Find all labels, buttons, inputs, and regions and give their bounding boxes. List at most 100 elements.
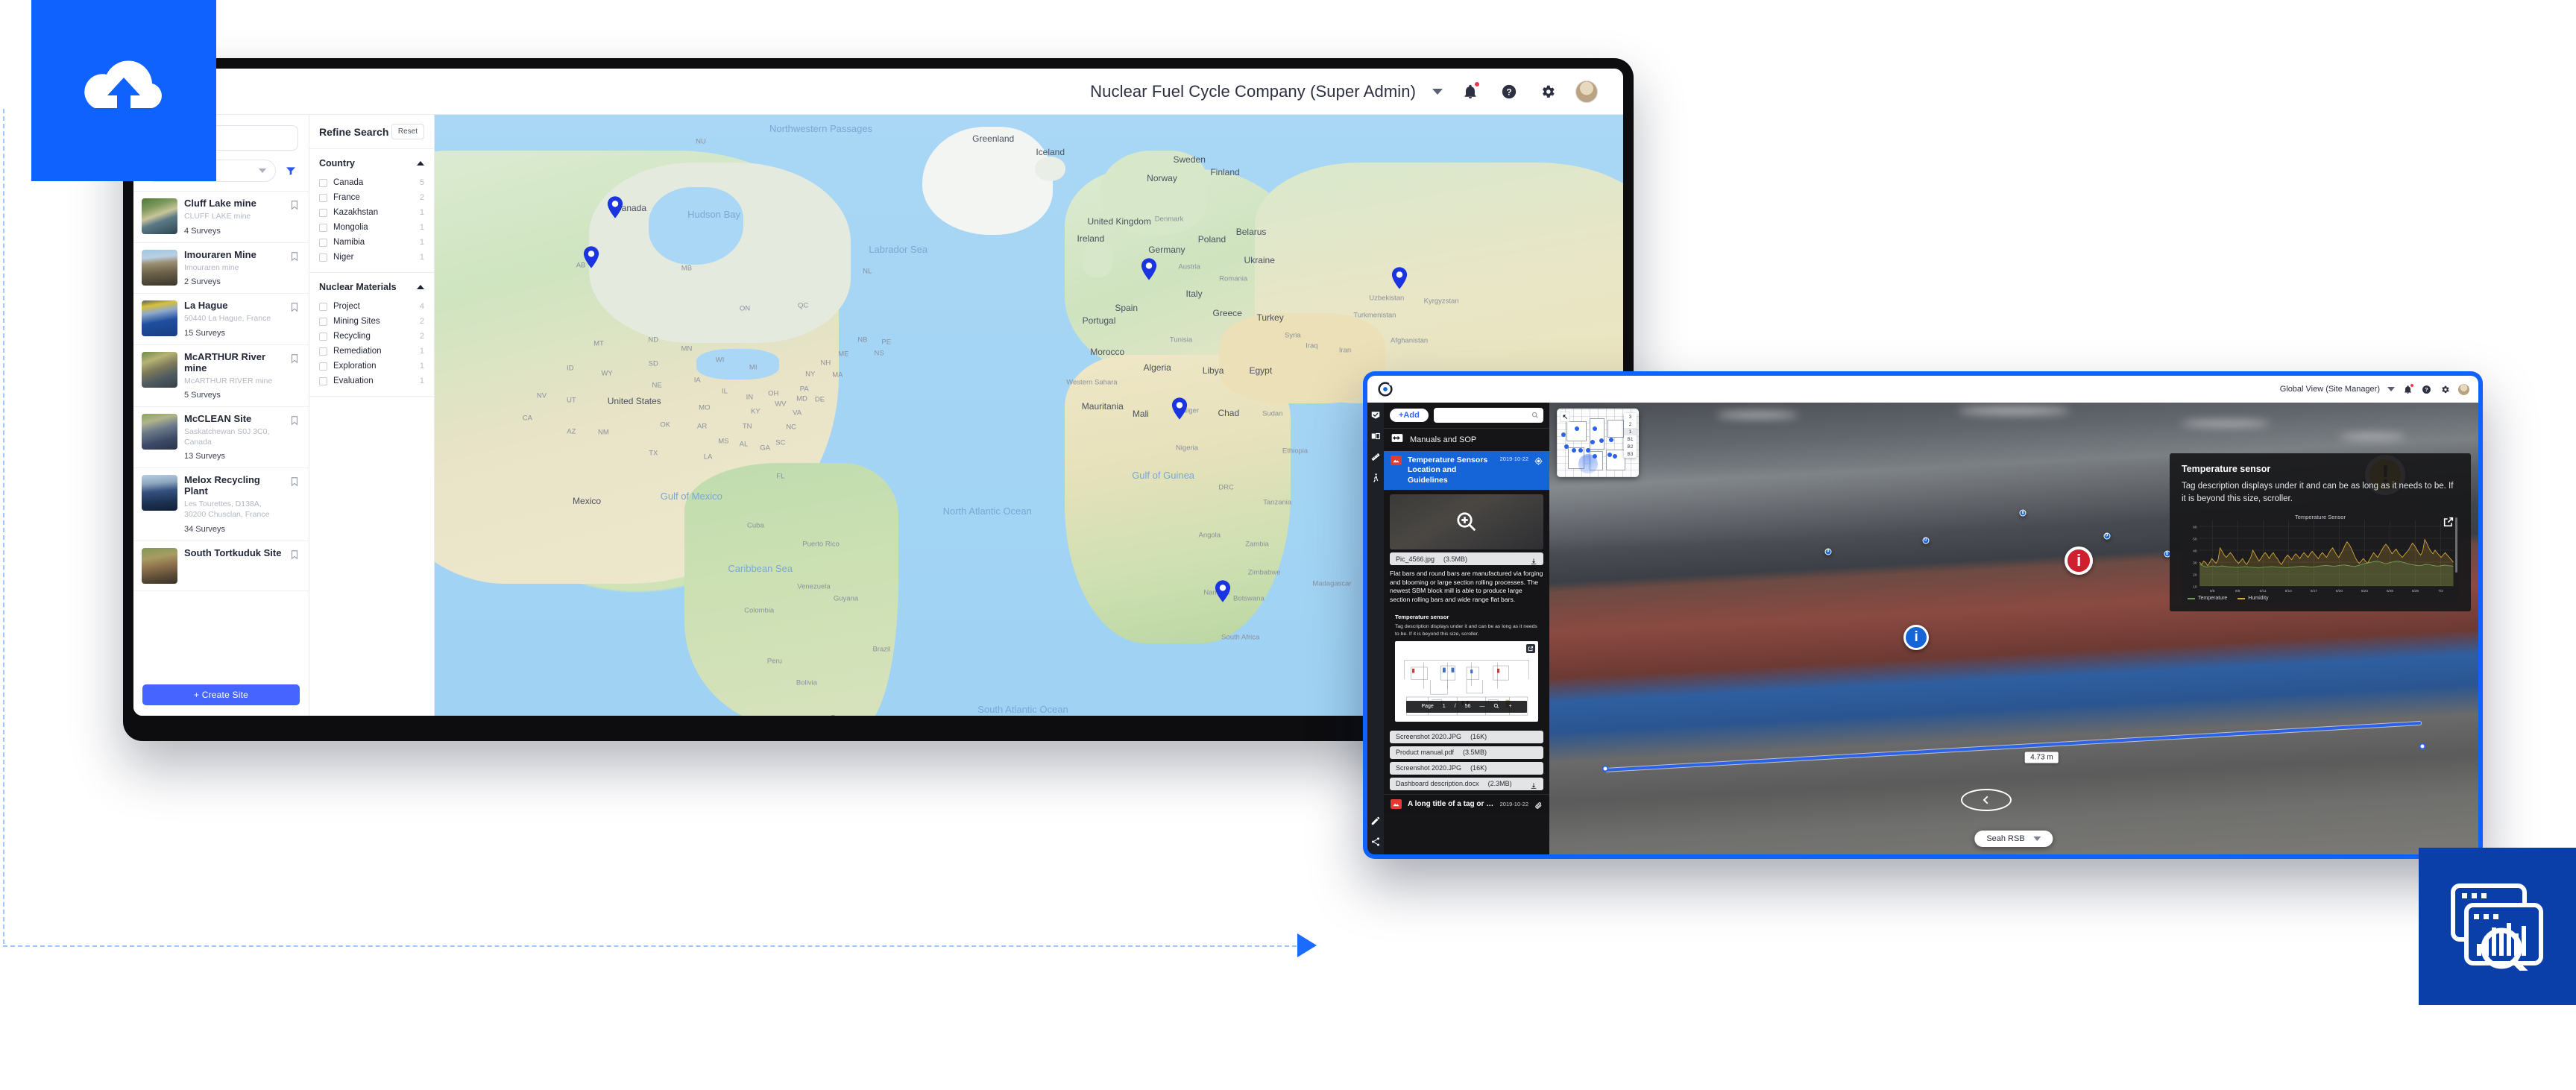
reset-button[interactable]: Reset [391, 124, 424, 139]
checkbox[interactable] [319, 193, 327, 202]
folder-row[interactable]: Manuals and SOP [1384, 428, 1549, 451]
gear-icon[interactable] [1537, 81, 1559, 103]
floor-level-option[interactable]: B3 [1624, 450, 1637, 458]
gear-icon[interactable] [2440, 384, 2451, 395]
sensor-chart[interactable]: Temperature Sensor 10 20 30 40 50 60 6/5 6/8 6/1… [2182, 511, 2459, 603]
pencil-icon[interactable] [1370, 816, 1381, 826]
help-icon[interactable]: ? [2421, 384, 2432, 395]
map-pin[interactable] [1171, 397, 1188, 420]
map-pin[interactable] [583, 245, 599, 268]
expand-icon[interactable] [2443, 516, 2454, 528]
site-selector-pill[interactable]: Seah RSB [1974, 831, 2053, 847]
minimap-point[interactable] [1585, 448, 1590, 453]
facet-option[interactable]: Project 4 [319, 299, 424, 314]
checkbox[interactable] [319, 317, 327, 326]
attachment-row[interactable]: A long title of a tag or file to x... 20… [1384, 793, 1549, 813]
facet-header[interactable]: Nuclear Materials [319, 282, 424, 292]
bookmark-icon[interactable] [289, 353, 300, 364]
facet-header[interactable]: Country [319, 158, 424, 168]
add-button[interactable]: +Add [1390, 409, 1429, 422]
floor-level-option[interactable]: 2 [1624, 420, 1637, 428]
chevron-down-icon[interactable] [2387, 387, 2395, 391]
zoom-in-button[interactable]: + [1508, 704, 1511, 709]
orientation-arrow-icon[interactable] [1560, 412, 1570, 422]
viewer-marker[interactable]: 0 [2103, 532, 2111, 540]
panorama-icon[interactable] [1370, 431, 1381, 441]
sites-list[interactable]: Cluff Lake mine CLUFF LAKE mine 4 Survey… [133, 192, 309, 716]
page-control-bar[interactable]: Page 1 / 56 — + [1406, 700, 1527, 713]
viewer-marker[interactable]: i [1903, 625, 1930, 651]
file-row[interactable]: Screenshot 2020.JPG (16K) [1390, 761, 1543, 775]
floor-level-selector[interactable]: 3 2 1 B1 B2 B3 [1624, 413, 1637, 458]
chevron-up-icon[interactable] [417, 285, 424, 289]
minimap-point[interactable] [1561, 432, 1566, 438]
funnel-icon[interactable] [283, 163, 298, 178]
floorplan-minimap[interactable]: 3 2 1 B1 B2 B3 [1557, 409, 1639, 477]
list-item[interactable]: Imouraren Mine Imouraren mine 2 Surveys [133, 243, 309, 294]
viewer-marker[interactable]: 0 [1824, 548, 1832, 555]
facet-option[interactable]: Recycling 2 [319, 329, 424, 344]
avatar[interactable] [1575, 80, 1598, 103]
chart-scrollbar[interactable] [2455, 517, 2457, 573]
bookmark-icon[interactable] [289, 476, 300, 487]
bell-icon[interactable] [1459, 80, 1481, 103]
list-item[interactable]: La Hague 50440 La Hague, France 15 Surve… [133, 294, 309, 345]
walk-icon[interactable] [1370, 473, 1381, 483]
paperclip-icon[interactable] [1534, 800, 1543, 809]
measurement-endpoint[interactable] [1602, 765, 1609, 772]
checkbox[interactable] [319, 178, 327, 187]
bookmark-icon[interactable] [289, 415, 300, 426]
avatar[interactable] [2458, 383, 2469, 395]
minimap-point[interactable] [1578, 448, 1583, 453]
document-preview-thumbnail[interactable] [1390, 494, 1543, 550]
nav-back-arrow[interactable] [1960, 789, 2012, 812]
checkbox[interactable] [319, 377, 327, 385]
list-item[interactable]: Cluff Lake mine CLUFF LAKE mine 4 Survey… [133, 192, 309, 243]
inline-blueprint-preview[interactable]: Page 1 / 56 — + [1395, 640, 1538, 722]
facet-option[interactable]: Kazakhstan 1 [319, 205, 424, 220]
floor-level-option[interactable]: B2 [1624, 443, 1637, 450]
panorama-viewer[interactable]: 321B1B2B3 0000000ii! 4.73 m Seah RSB [1549, 403, 2478, 854]
preview-file-row[interactable]: Pic_4566.jpg (3.5MB) [1390, 552, 1543, 566]
chevron-down-icon[interactable] [1432, 88, 1443, 95]
file-row[interactable]: Product manual.pdf (3.5MB) [1390, 746, 1543, 759]
viewer-marker[interactable]: 0 [2019, 509, 2027, 517]
create-site-button[interactable]: + Create Site [142, 684, 300, 705]
list-item[interactable]: McARTHUR River mine McARTHUR RIVER mine … [133, 345, 309, 408]
measurement-endpoint[interactable] [2419, 743, 2426, 750]
facet-option[interactable]: France 2 [319, 190, 424, 205]
minimap-point[interactable] [1612, 453, 1617, 459]
facet-option[interactable]: Mongolia 1 [319, 220, 424, 235]
map-pin[interactable] [1141, 257, 1157, 280]
viewer-marker[interactable]: 0 [1922, 537, 1930, 544]
checkbox[interactable] [319, 253, 327, 262]
viewer-marker[interactable]: i [2065, 546, 2094, 576]
list-item[interactable]: McCLEAN Site Saskatchewan S0J 3C0, Canad… [133, 407, 309, 469]
checkbox[interactable] [319, 208, 327, 217]
checkbox[interactable] [319, 347, 327, 356]
download-icon[interactable] [1530, 555, 1537, 564]
floor-level-option[interactable]: B1 [1624, 435, 1637, 443]
floor-level-option[interactable]: 1 [1624, 428, 1637, 435]
map-pin[interactable] [1215, 580, 1231, 603]
facet-option[interactable]: Niger 1 [319, 250, 424, 265]
checkbox[interactable] [319, 302, 327, 311]
zoom-icon[interactable] [1493, 703, 1499, 711]
checkbox[interactable] [319, 362, 327, 371]
checkbox[interactable] [319, 332, 327, 341]
facet-option[interactable]: Namibia 1 [319, 235, 424, 250]
ruler-icon[interactable] [1370, 452, 1381, 462]
facet-option[interactable]: Evaluation 1 [319, 374, 424, 388]
list-item[interactable]: South Tortkuduk Site [133, 541, 309, 591]
bookmark-icon[interactable] [289, 200, 300, 210]
selected-document-row[interactable]: Temperature Sensors Location and Guideli… [1384, 451, 1549, 491]
bookmark-icon[interactable] [289, 251, 300, 262]
chevron-up-icon[interactable] [417, 161, 424, 166]
document-search-input[interactable] [1433, 408, 1543, 423]
download-icon[interactable] [1530, 780, 1537, 790]
folder-back-icon[interactable] [1391, 433, 1403, 447]
facet-option[interactable]: Canada 5 [319, 175, 424, 190]
map-pin[interactable] [1391, 267, 1408, 289]
help-icon[interactable]: ? [1498, 81, 1520, 103]
checkbox[interactable] [319, 223, 327, 232]
